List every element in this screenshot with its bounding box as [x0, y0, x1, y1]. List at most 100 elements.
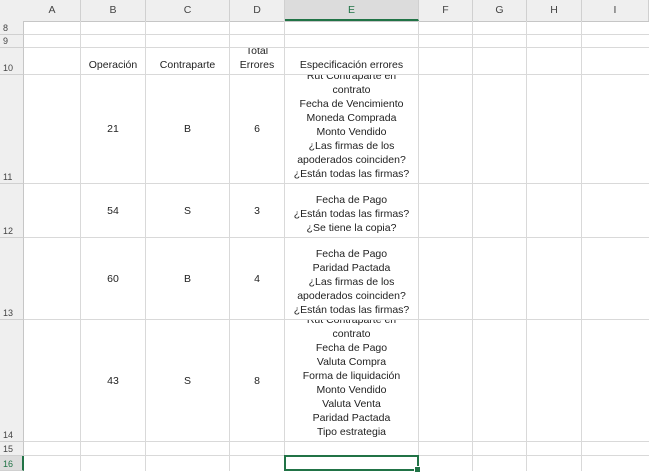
- cell-text: S: [183, 204, 191, 217]
- header-especificacion[interactable]: Especificación errores: [285, 48, 418, 74]
- cell-contraparte[interactable]: S: [146, 184, 229, 237]
- column-header-h[interactable]: H: [527, 0, 582, 21]
- cell-text: S: [183, 374, 191, 387]
- cell-text: contrato: [332, 84, 371, 96]
- cell-text: 60: [107, 272, 119, 285]
- row-header-13[interactable]: 13: [0, 238, 24, 320]
- column-header-c[interactable]: C: [146, 0, 230, 21]
- fill-handle[interactable]: [414, 466, 421, 473]
- row-number: 10: [3, 63, 14, 73]
- header-contraparte[interactable]: Contraparte: [146, 48, 229, 74]
- spreadsheet: ABCDEFGHI Operación Contraparte Total Error…: [0, 0, 649, 473]
- cell-text: 4: [254, 272, 260, 285]
- cell-text: Moneda Comprada: [306, 112, 397, 124]
- cell-especificacion-errores[interactable]: Fecha de Pago ¿Están todas las firmas? ¿Se…: [285, 184, 418, 237]
- cell-text: B: [183, 123, 191, 135]
- gridline-horizontal: [24, 441, 649, 442]
- gridline-vertical: [472, 21, 473, 471]
- selected-cell-e16[interactable]: [284, 455, 421, 473]
- header-total-errores[interactable]: Total Errores: [230, 48, 284, 74]
- column-header-f[interactable]: F: [419, 0, 473, 21]
- cell-especificacion-errores[interactable]: Fecha de Pago Paridad Pactada ¿Las firmas …: [285, 238, 418, 319]
- cell-text: Operación: [88, 59, 138, 71]
- cell-text: ¿Las firmas de los: [308, 140, 395, 152]
- cell-text: ¿Están todas las firmas?: [293, 208, 410, 220]
- cell-text: ¿Se tiene la copia?: [306, 222, 397, 234]
- cell-text: Valuta Venta: [322, 398, 381, 410]
- cell-text: ¿Están todas las firmas?: [293, 304, 410, 316]
- cell-text: Total: [245, 48, 269, 57]
- cell-operacion[interactable]: 60: [81, 238, 145, 319]
- column-header-e[interactable]: E: [285, 0, 419, 21]
- row-number: 13: [3, 308, 14, 318]
- row-number: 12: [3, 226, 14, 236]
- cell-text: Valuta Compra: [316, 356, 387, 368]
- cell-text: 8: [254, 374, 260, 387]
- cell-text: Monto Vendido: [316, 384, 387, 396]
- cell-text: Especificación errores: [299, 59, 404, 71]
- row-number: 14: [3, 430, 14, 440]
- row-number: 16: [3, 459, 14, 469]
- row-header-8[interactable]: 8: [0, 21, 24, 35]
- cell-text: 21: [107, 123, 119, 135]
- cell-operacion[interactable]: 21: [81, 75, 145, 183]
- cell-total-errores[interactable]: 3: [230, 184, 284, 237]
- row-header-11[interactable]: 11: [0, 75, 24, 184]
- cell-especificacion-errores[interactable]: Rut Contraparte en contrato Fecha de Pago V…: [285, 320, 418, 441]
- cell-contraparte[interactable]: S: [146, 320, 229, 441]
- column-header-i[interactable]: I: [582, 0, 649, 21]
- cell-total-errores[interactable]: 4: [230, 238, 284, 319]
- gridline-horizontal: [24, 34, 649, 35]
- cell-text: B: [183, 272, 191, 285]
- cell-contraparte[interactable]: B: [146, 75, 229, 183]
- header-operacion[interactable]: Operación: [81, 48, 145, 74]
- gridline-vertical: [581, 21, 582, 471]
- column-header-g[interactable]: G: [473, 0, 527, 21]
- row-header-9[interactable]: 9: [0, 35, 24, 48]
- cell-grid[interactable]: Operación Contraparte Total Errores Especifi…: [24, 21, 649, 473]
- cell-text: Forma de liquidación: [302, 370, 401, 382]
- cell-text: 3: [254, 204, 260, 217]
- cell-text: apoderados coinciden?: [297, 154, 406, 166]
- column-header-a[interactable]: A: [24, 0, 81, 21]
- row-number: 8: [3, 23, 9, 33]
- cell-text: Rut Contraparte en: [306, 320, 397, 326]
- cell-text: Contraparte: [159, 59, 216, 71]
- column-header-b[interactable]: B: [81, 0, 146, 21]
- cell-text: 54: [107, 204, 119, 217]
- cell-text: Fecha de Pago: [315, 342, 388, 354]
- cell-text: Errores: [239, 59, 275, 71]
- cell-contraparte[interactable]: B: [146, 238, 229, 319]
- cell-text: Fecha de Vencimiento: [299, 98, 404, 110]
- column-header-d[interactable]: D: [230, 0, 285, 21]
- cell-total-errores[interactable]: 6: [230, 75, 284, 183]
- cell-text: Monto Vendido: [316, 126, 387, 138]
- row-number: 11: [3, 172, 13, 182]
- cell-text: contrato: [332, 328, 371, 340]
- cell-text: 6: [254, 123, 260, 135]
- row-number: 9: [3, 36, 9, 46]
- column-header-bar: ABCDEFGHI: [0, 0, 649, 22]
- cell-total-errores[interactable]: 8: [230, 320, 284, 441]
- cell-especificacion-errores[interactable]: Rut Contraparte en contrato Fecha de Venci…: [285, 75, 418, 183]
- cell-text: Tipo estrategia: [316, 426, 387, 438]
- cell-operacion[interactable]: 43: [81, 320, 145, 441]
- row-number: 15: [3, 444, 14, 454]
- cell-operacion[interactable]: 54: [81, 184, 145, 237]
- row-header-14[interactable]: 14: [0, 320, 24, 442]
- cell-text: Paridad Pactada: [312, 412, 391, 424]
- cell-text: ¿Las firmas de los: [308, 276, 395, 288]
- cell-text: 43: [107, 374, 119, 387]
- cell-text: Fecha de Pago: [315, 248, 388, 260]
- row-header-16[interactable]: 16: [0, 456, 24, 471]
- cell-text: Fecha de Pago: [315, 194, 388, 206]
- gridline-vertical: [418, 21, 419, 471]
- cell-text: Paridad Pactada: [312, 262, 391, 274]
- row-header-15[interactable]: 15: [0, 442, 24, 456]
- gridline-vertical: [526, 21, 527, 471]
- row-header-10[interactable]: 10: [0, 48, 24, 75]
- cell-text: apoderados coinciden?: [297, 290, 406, 302]
- row-header-12[interactable]: 12: [0, 184, 24, 238]
- cell-text: Rut Contraparte en: [306, 75, 397, 82]
- cell-text: ¿Están todas las firmas?: [293, 168, 410, 180]
